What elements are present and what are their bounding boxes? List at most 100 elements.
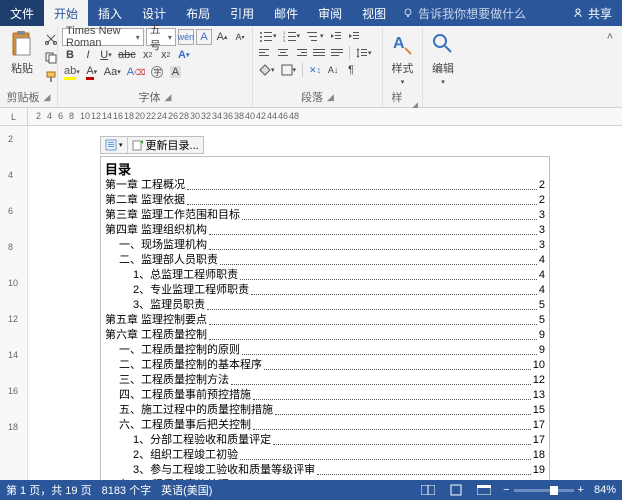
- toc-entry[interactable]: 第二章 监理依据2: [105, 193, 545, 208]
- paste-button[interactable]: 粘贴: [4, 28, 40, 78]
- clear-format-button[interactable]: A⌫: [125, 64, 148, 80]
- tell-me[interactable]: 告诉我你想要做什么: [396, 0, 562, 26]
- ruler-tick: 28: [179, 111, 189, 121]
- phonetic-guide-button[interactable]: wén: [178, 29, 194, 45]
- toc-entry-text: 1、分部工程验收和质量评定: [133, 433, 271, 448]
- document-canvas[interactable]: ▾ 更新目录... 目录 第一章 工程概况2第二章 监理依据2第三章 监理工作范…: [28, 126, 622, 480]
- toc-entry[interactable]: 2、专业监理工程师职责4: [105, 283, 545, 298]
- line-spacing-button[interactable]: ▾: [354, 45, 374, 61]
- find-icon: [429, 30, 457, 58]
- toc-entry[interactable]: 二、工程质量控制的基本程序10: [105, 358, 545, 373]
- share-button[interactable]: 共享: [562, 0, 622, 26]
- strike-button[interactable]: abc: [116, 47, 138, 63]
- tab-home[interactable]: 开始: [44, 0, 88, 26]
- asian-layout-button[interactable]: ✕↕: [307, 62, 323, 78]
- toc-entry[interactable]: 一、现场监理机构3: [105, 238, 545, 253]
- toc-entry[interactable]: 七、工程质量事故处理19: [105, 478, 545, 480]
- status-page[interactable]: 第 1 页，共 19 页: [6, 482, 92, 498]
- underline-button[interactable]: U▾: [98, 47, 114, 63]
- toc-options-button[interactable]: ▾: [101, 137, 128, 153]
- vertical-ruler[interactable]: 24681012141618: [0, 126, 28, 480]
- toc-entry[interactable]: 第四章 监理组织机构3: [105, 223, 545, 238]
- refresh-icon: [132, 139, 144, 151]
- sort-button[interactable]: A↓: [325, 62, 341, 78]
- text-effects-button[interactable]: A▾: [176, 47, 192, 63]
- shading-button[interactable]: ▾: [257, 62, 277, 78]
- ruler-corner[interactable]: L: [0, 108, 28, 125]
- toc-entry[interactable]: 第一章 工程概况2: [105, 178, 545, 193]
- zoom-slider[interactable]: − +: [503, 484, 584, 496]
- status-language[interactable]: 英语(美国): [161, 482, 212, 498]
- toc-entry[interactable]: 1、分部工程验收和质量评定17: [105, 433, 545, 448]
- zoom-value[interactable]: 84%: [594, 484, 616, 496]
- toc-entry[interactable]: 第六章 工程质量控制9: [105, 328, 545, 343]
- tab-mailings[interactable]: 邮件: [264, 0, 308, 26]
- status-wordcount[interactable]: 8183 个字: [102, 482, 152, 498]
- char-border-button[interactable]: A: [196, 29, 212, 45]
- toc-update-button[interactable]: 更新目录...: [128, 137, 203, 153]
- toc-entry[interactable]: 3、监理员职责5: [105, 298, 545, 313]
- justify-button[interactable]: [311, 45, 327, 61]
- editing-button[interactable]: 编辑 ▾: [427, 28, 459, 88]
- superscript-button[interactable]: x2: [158, 47, 174, 63]
- launcher-icon[interactable]: ◢: [327, 92, 334, 103]
- toc-leader: [187, 178, 537, 190]
- bold-button[interactable]: B: [62, 47, 78, 63]
- view-print-button[interactable]: [447, 483, 465, 497]
- horizontal-ruler[interactable]: 2468101214161820222426283032343638404244…: [28, 108, 622, 125]
- align-right-button[interactable]: [293, 45, 309, 61]
- borders-button[interactable]: ▾: [279, 62, 299, 78]
- ruler-tick: 6: [8, 206, 13, 216]
- decrease-indent-button[interactable]: [328, 28, 344, 44]
- multilevel-list-button[interactable]: ▾: [304, 28, 326, 44]
- toc-entry[interactable]: 一、工程质量控制的原则9: [105, 343, 545, 358]
- toc-entry[interactable]: 3、参与工程竣工验收和质量等级评审19: [105, 463, 545, 478]
- toc-entry[interactable]: 三、工程质量控制方法12: [105, 373, 545, 388]
- view-readmode-button[interactable]: [419, 483, 437, 497]
- numbering-button[interactable]: 123▾: [281, 28, 303, 44]
- toc-entry[interactable]: 二、监理部人员职责4: [105, 253, 545, 268]
- decrease-font-button[interactable]: A▾: [232, 29, 248, 45]
- collapse-ribbon-button[interactable]: ˄: [602, 29, 618, 45]
- tab-references[interactable]: 引用: [220, 0, 264, 26]
- launcher-icon[interactable]: ◢: [165, 92, 172, 103]
- toc-entry[interactable]: 第五章 监理控制要点5: [105, 313, 545, 328]
- bullets-button[interactable]: ▾: [257, 28, 279, 44]
- font-size-combo[interactable]: 五号▾: [146, 28, 176, 46]
- align-left-button[interactable]: [257, 45, 273, 61]
- increase-font-button[interactable]: A▴: [214, 29, 230, 45]
- view-web-button[interactable]: [475, 483, 493, 497]
- enclose-char-button[interactable]: 字: [149, 64, 165, 80]
- font-name-combo[interactable]: Times New Roman▾: [62, 28, 144, 46]
- increase-indent-button[interactable]: [346, 28, 362, 44]
- distributed-button[interactable]: [329, 45, 345, 61]
- zoom-out-button[interactable]: −: [503, 484, 509, 496]
- tab-file[interactable]: 文件: [0, 0, 44, 26]
- toc-field[interactable]: 目录 第一章 工程概况2第二章 监理依据2第三章 监理工作范围和目标3第四章 监…: [100, 156, 550, 480]
- highlight-button[interactable]: ab▾: [62, 64, 82, 80]
- ruler-tick: 22: [146, 111, 156, 121]
- ruler-tick: 34: [212, 111, 222, 121]
- tab-insert[interactable]: 插入: [88, 0, 132, 26]
- toc-entry[interactable]: 六、工程质量事后把关控制17: [105, 418, 545, 433]
- subscript-button[interactable]: x2: [140, 47, 156, 63]
- launcher-icon[interactable]: ◢: [44, 92, 51, 103]
- italic-button[interactable]: I: [80, 47, 96, 63]
- toc-entry[interactable]: 五、施工过程中的质量控制措施15: [105, 403, 545, 418]
- show-marks-button[interactable]: ¶: [343, 62, 359, 78]
- tab-review[interactable]: 审阅: [308, 0, 352, 26]
- tab-layout[interactable]: 布局: [176, 0, 220, 26]
- font-color-button[interactable]: A▾: [84, 64, 100, 80]
- tab-view[interactable]: 视图: [352, 0, 396, 26]
- change-case-button[interactable]: Aa▾: [102, 64, 123, 80]
- styles-button[interactable]: A 样式 ▾: [387, 28, 418, 88]
- toc-entry[interactable]: 第三章 监理工作范围和目标3: [105, 208, 545, 223]
- toc-leader: [220, 253, 537, 265]
- char-shading-button[interactable]: A: [167, 64, 183, 80]
- align-center-button[interactable]: [275, 45, 291, 61]
- zoom-in-button[interactable]: +: [578, 484, 584, 496]
- ruler-tick: 40: [245, 111, 255, 121]
- toc-entry[interactable]: 四、工程质量事前预控措施13: [105, 388, 545, 403]
- toc-entry[interactable]: 2、组织工程竣工初验18: [105, 448, 545, 463]
- toc-entry[interactable]: 1、总监理工程师职责4: [105, 268, 545, 283]
